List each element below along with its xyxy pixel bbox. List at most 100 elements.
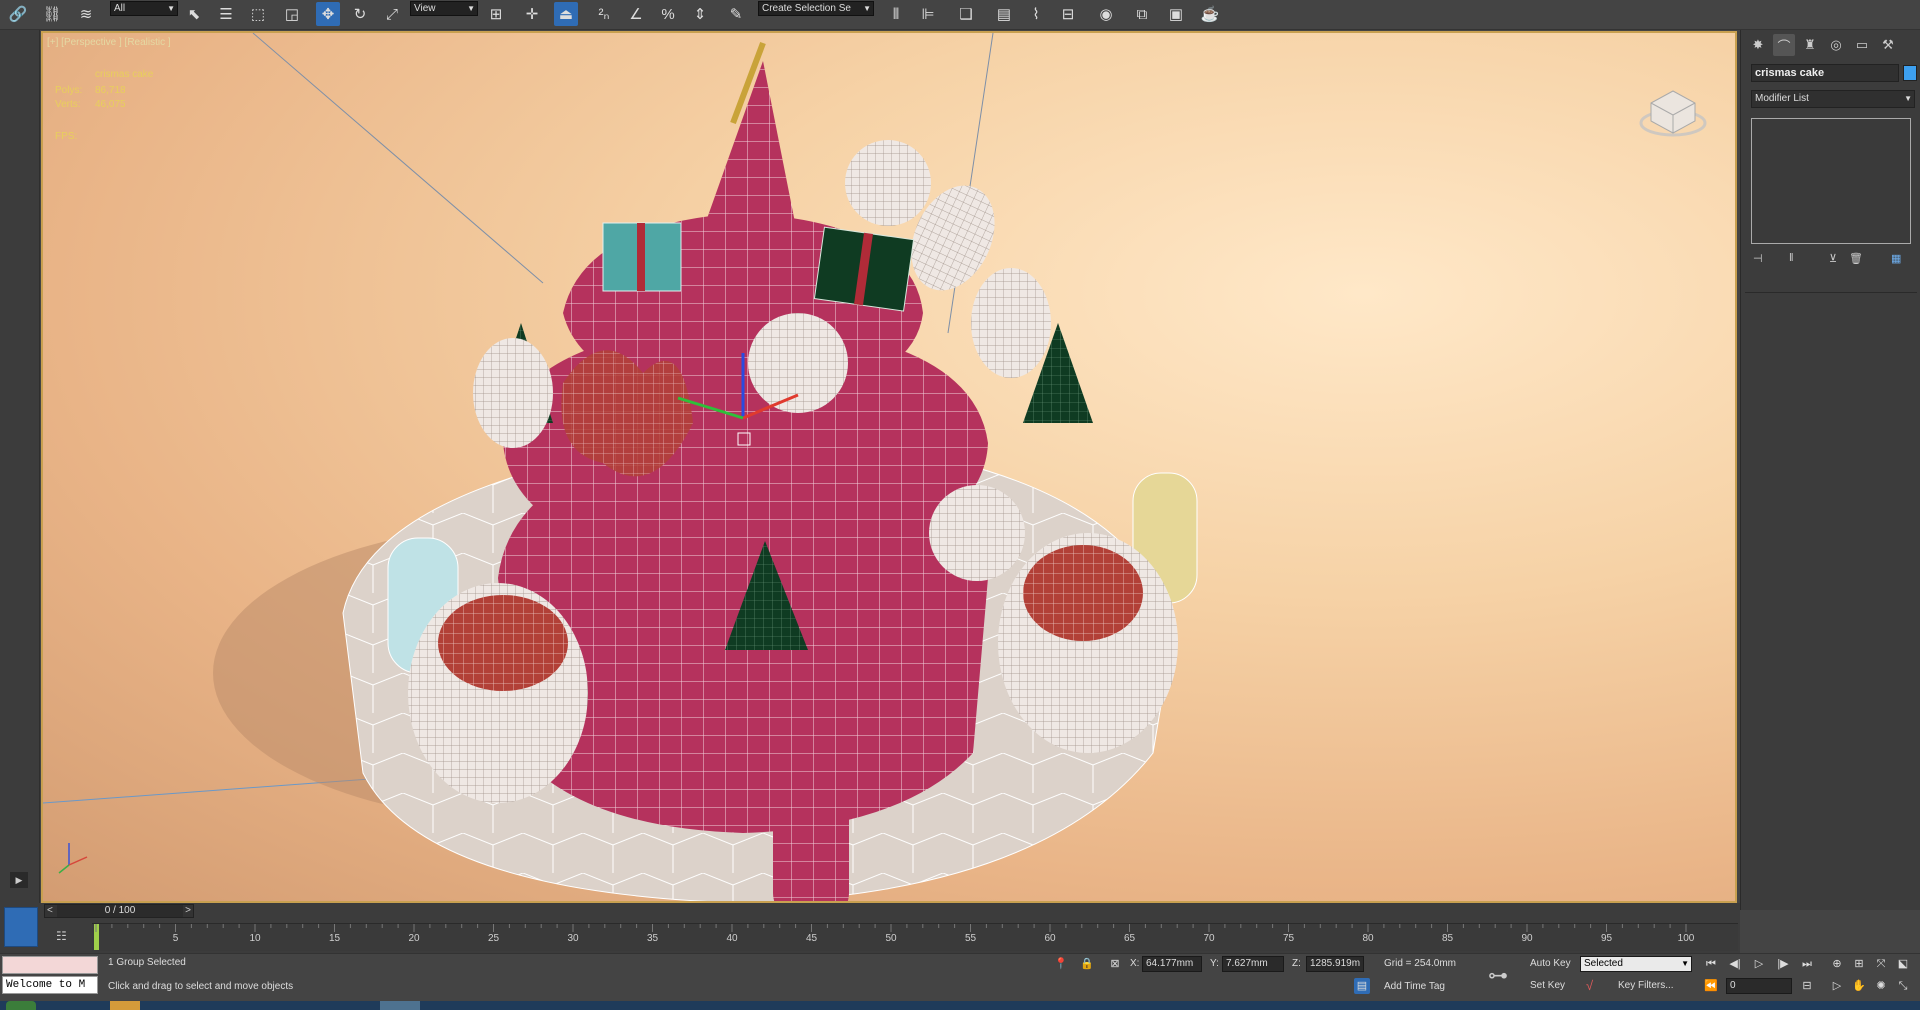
align-icon[interactable]: ⊫	[916, 2, 940, 26]
absolute-transform-icon[interactable]: ⊠	[1106, 955, 1124, 973]
curve-editor-icon[interactable]: ⌇	[1024, 2, 1048, 26]
select-and-scale-icon[interactable]: ⤢	[380, 2, 404, 26]
next-frame-icon[interactable]: |▶	[1774, 955, 1792, 973]
modifier-stack-list[interactable]	[1751, 118, 1911, 244]
taskbar-explorer-icon[interactable]	[110, 1001, 140, 1010]
field-of-view-icon[interactable]: ▷	[1828, 977, 1846, 995]
rectangular-selection-icon[interactable]: ⬚	[246, 2, 270, 26]
display-tab-icon[interactable]: ▭	[1851, 34, 1873, 56]
percent-snap-icon[interactable]: %	[656, 2, 680, 26]
keyboard-shortcut-override-icon[interactable]: ⏏	[554, 2, 578, 26]
current-frame-field[interactable]: 0	[1726, 978, 1792, 994]
y-label: Y:	[1210, 958, 1219, 969]
key-mode-toggle-icon[interactable]: ⏪	[1702, 977, 1720, 995]
pan-view-icon[interactable]: ✋	[1850, 977, 1868, 995]
track-bar-menu-icon[interactable]: ☷	[56, 929, 76, 945]
spinner-snap-icon[interactable]: ⇕	[688, 2, 712, 26]
selection-lock-icon[interactable]: 🔒	[1078, 955, 1096, 973]
bind-to-space-warp-icon[interactable]: ≋	[74, 2, 98, 26]
render-setup-icon[interactable]: ⧉	[1130, 2, 1154, 26]
set-keys-key-icon[interactable]: ⊶	[1488, 963, 1508, 988]
track-tick-label: 75	[1282, 933, 1295, 944]
previous-frame-icon[interactable]: ◀|	[1726, 955, 1744, 973]
select-by-name-icon[interactable]: ☰	[214, 2, 238, 26]
modify-tab-icon[interactable]: ⌒	[1773, 34, 1795, 56]
perspective-viewport[interactable]: [+] [Perspective ] [Realistic ] crismas …	[41, 31, 1737, 903]
pin-stack-icon[interactable]: ⊣	[1753, 252, 1763, 265]
play-icon[interactable]: ▷	[1750, 955, 1768, 973]
track-tick-label: 85	[1441, 933, 1454, 944]
motion-tab-icon[interactable]: ◎	[1825, 34, 1847, 56]
maxscript-mini-listener-top[interactable]	[2, 956, 98, 974]
isolate-selection-icon[interactable]: 📍	[1052, 955, 1070, 973]
key-filters-button[interactable]: Key Filters...	[1618, 980, 1674, 991]
zoom-icon[interactable]: ⊕	[1828, 955, 1846, 973]
x-coordinate-field[interactable]: 64.177mm	[1142, 956, 1202, 972]
auto-key-button[interactable]: Auto Key	[1530, 958, 1571, 969]
z-coordinate-field[interactable]: 1285.919m	[1306, 956, 1364, 972]
start-button-icon[interactable]	[6, 1001, 36, 1010]
create-tab-icon[interactable]: ✸	[1747, 34, 1769, 56]
mini-curve-editor-icon[interactable]	[4, 907, 38, 947]
time-slider-prev[interactable]: <	[47, 905, 53, 916]
modifier-list-dropdown[interactable]: Modifier List ▼	[1751, 90, 1915, 108]
go-to-start-icon[interactable]: ⏮	[1702, 955, 1720, 973]
key-mode-value: Selected	[1584, 958, 1623, 969]
track-tick-label: 50	[885, 933, 897, 944]
zoom-all-icon[interactable]: ⊞	[1850, 955, 1868, 973]
material-editor-icon[interactable]: ◉	[1094, 2, 1118, 26]
maximize-viewport-icon[interactable]: ⤡	[1894, 977, 1912, 995]
select-and-move-icon[interactable]: ✥	[316, 2, 340, 26]
manipulate-icon[interactable]: ✛	[520, 2, 544, 26]
layer-manager-icon[interactable]: ❑	[954, 2, 978, 26]
angle-snap-icon[interactable]: ∠	[624, 2, 648, 26]
utilities-tab-icon[interactable]: ⚒	[1877, 34, 1899, 56]
track-tick-label: 10	[249, 933, 261, 944]
timeline: < 0 / 100 > ☷ 5 10 15 20 25 30 35 40 45 50 55 60 65 7…	[0, 903, 1740, 953]
select-and-rotate-icon[interactable]: ↻	[348, 2, 372, 26]
y-coordinate-field[interactable]: 7.627mm	[1222, 956, 1284, 972]
track-tick-label: 40	[726, 933, 738, 944]
named-selection-sets-value: Create Selection Se	[762, 3, 851, 14]
orbit-icon[interactable]: ✺	[1872, 977, 1890, 995]
reference-coordinate-dropdown[interactable]: View ▼	[410, 1, 478, 16]
maxscript-mini-listener[interactable]: Welcome to M	[2, 976, 98, 994]
graphite-ribbon-icon[interactable]: ▤	[992, 2, 1016, 26]
track-tick-label: 60	[1044, 933, 1056, 944]
unlink-selection-icon[interactable]: ⛓	[40, 2, 64, 26]
chevron-down-icon: ▼	[467, 4, 475, 13]
add-time-tag-button[interactable]: Add Time Tag	[1384, 981, 1445, 992]
window-crossing-icon[interactable]: ◲	[280, 2, 304, 26]
time-tag-icon[interactable]: ▤	[1354, 978, 1370, 994]
mirror-icon[interactable]: ⫴	[884, 2, 908, 26]
zoom-extents-icon[interactable]: ⤧	[1872, 955, 1890, 973]
zoom-extents-all-icon[interactable]: ⬕	[1894, 955, 1912, 973]
prompt-line: Click and drag to select and move object…	[108, 981, 294, 992]
select-object-icon[interactable]: ⬉	[182, 2, 206, 26]
key-mode-dropdown[interactable]: Selected ▼	[1580, 956, 1692, 972]
configure-modifier-sets-icon[interactable]: ▦	[1891, 252, 1901, 265]
default-tangent-icon[interactable]: √	[1586, 978, 1593, 993]
schematic-view-icon[interactable]: ⊟	[1056, 2, 1080, 26]
hierarchy-tab-icon[interactable]: ♜	[1799, 34, 1821, 56]
time-configuration-icon[interactable]: ⊟	[1798, 977, 1816, 995]
edit-named-selection-icon[interactable]: ✎	[724, 2, 748, 26]
snaps-toggle-icon[interactable]: ²ₙ	[592, 2, 616, 26]
track-tick-label: 20	[408, 933, 420, 944]
set-key-button[interactable]: Set Key	[1530, 980, 1565, 991]
expand-panel-icon[interactable]: ▶	[10, 872, 28, 888]
render-production-icon[interactable]: ☕	[1198, 2, 1222, 26]
show-end-result-icon[interactable]: ‖	[1789, 252, 1794, 264]
object-color-swatch[interactable]	[1903, 65, 1917, 81]
object-name-field[interactable]: crismas cake	[1751, 64, 1899, 82]
pivot-point-icon[interactable]: ⊞	[484, 2, 508, 26]
select-and-link-icon[interactable]: 🔗	[6, 2, 30, 26]
go-to-end-icon[interactable]: ⏭	[1798, 955, 1816, 973]
make-unique-icon[interactable]: ⊻	[1829, 252, 1837, 265]
rendered-frame-window-icon[interactable]: ▣	[1164, 2, 1188, 26]
named-selection-sets-dropdown[interactable]: Create Selection Se ▼	[758, 1, 874, 16]
remove-modifier-icon[interactable]: 🗑	[1849, 252, 1863, 265]
taskbar-3dsmax-icon[interactable]	[380, 1001, 420, 1010]
selection-filter-dropdown[interactable]: All ▼	[110, 1, 178, 16]
track-tick-label: 45	[805, 933, 818, 944]
